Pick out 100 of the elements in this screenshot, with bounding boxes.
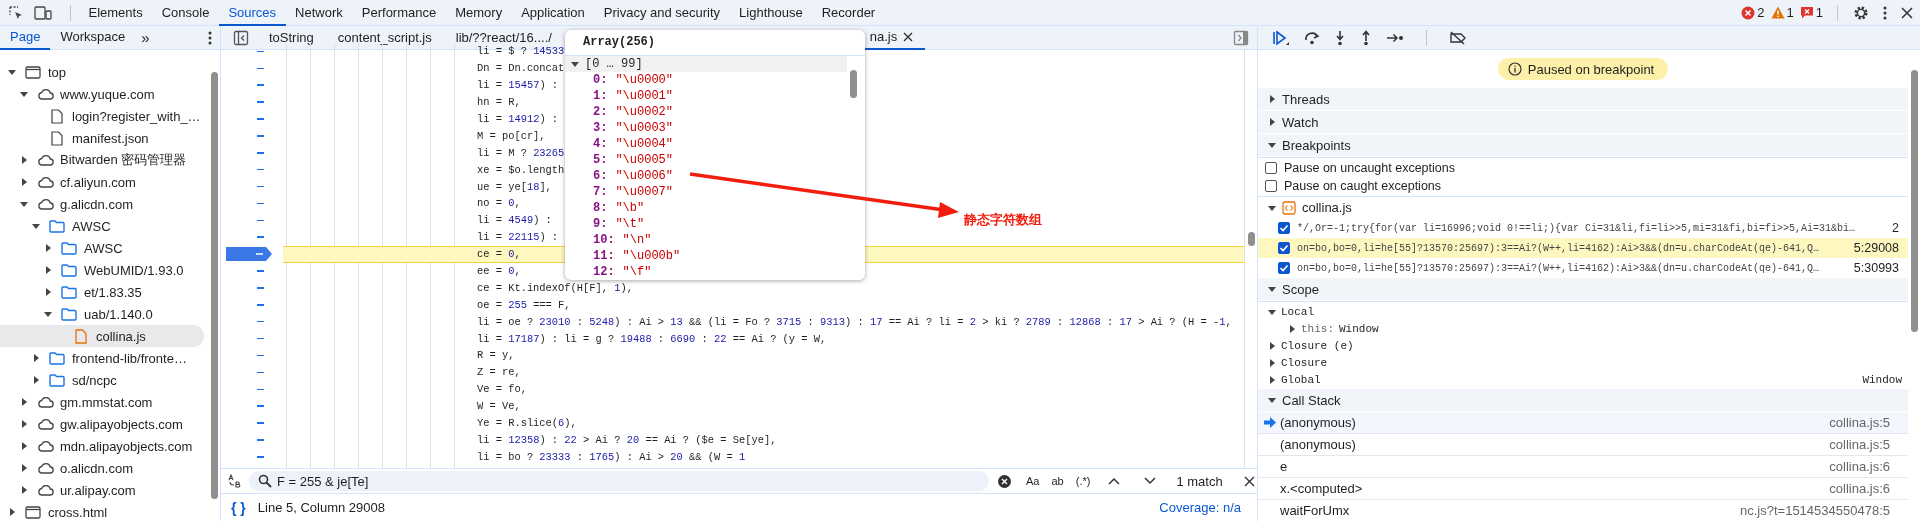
caret-icon[interactable] bbox=[32, 376, 40, 384]
more-icon[interactable] bbox=[208, 30, 212, 45]
call-frame[interactable]: e collina.js:6 bbox=[1258, 456, 1908, 478]
issue-count[interactable]: 1 bbox=[1799, 5, 1823, 20]
close-icon[interactable] bbox=[903, 31, 914, 42]
tree-item[interactable]: cross.html bbox=[0, 501, 204, 521]
deactivate-breakpoints-icon[interactable] bbox=[1449, 30, 1467, 45]
caret-icon[interactable] bbox=[1268, 203, 1276, 212]
checkbox[interactable] bbox=[1265, 180, 1277, 192]
caret-icon[interactable] bbox=[44, 288, 52, 296]
scope-name[interactable]: Global bbox=[1281, 373, 1321, 386]
caret-icon[interactable] bbox=[44, 244, 52, 252]
panel-tab[interactable]: Privacy and security bbox=[594, 0, 730, 26]
tree-item[interactable]: login?register_with_… bbox=[0, 105, 204, 127]
tree-item[interactable]: mdn.alipayobjects.com bbox=[0, 435, 204, 457]
caret-icon[interactable] bbox=[20, 178, 28, 186]
more-icon[interactable] bbox=[1883, 5, 1887, 20]
tree-item[interactable]: gm.mmstat.com bbox=[0, 391, 204, 413]
caret-icon[interactable] bbox=[8, 68, 16, 76]
settings-icon[interactable] bbox=[1853, 4, 1869, 21]
section-header[interactable]: Watch bbox=[1258, 111, 1908, 134]
coverage-link[interactable]: Coverage: n/a bbox=[1159, 500, 1241, 515]
call-frame[interactable]: (anonymous) collina.js:5 bbox=[1258, 412, 1908, 434]
caret-icon[interactable] bbox=[1268, 141, 1276, 149]
close-icon[interactable] bbox=[1901, 6, 1913, 19]
scope-name[interactable]: Closure bbox=[1281, 356, 1328, 369]
tree-item[interactable]: sd/ncpc bbox=[0, 369, 204, 391]
caret-icon[interactable] bbox=[1268, 307, 1276, 316]
tree-item[interactable]: manifest.json bbox=[0, 127, 204, 149]
caret-icon[interactable] bbox=[571, 60, 579, 68]
call-frame[interactable]: (anonymous) collina.js:5 bbox=[1258, 434, 1908, 456]
tree-item[interactable]: Bitwarden 密码管理器 bbox=[0, 149, 204, 171]
inspect-icon[interactable] bbox=[8, 4, 24, 21]
caret-icon[interactable] bbox=[1268, 118, 1276, 126]
tree-item[interactable]: gw.alipayobjects.com bbox=[0, 413, 204, 435]
checkbox[interactable] bbox=[1278, 222, 1290, 234]
call-frame[interactable]: x.<computed> collina.js:6 bbox=[1258, 478, 1908, 500]
tree-item[interactable]: www.yuque.com bbox=[0, 83, 204, 105]
tree-item[interactable]: top bbox=[0, 61, 204, 83]
caret-icon[interactable] bbox=[20, 398, 28, 406]
caret-icon[interactable] bbox=[32, 354, 40, 362]
sidebar-toggle-icon[interactable] bbox=[1233, 29, 1249, 46]
tree-item[interactable]: uab/1.140.0 bbox=[0, 303, 204, 325]
clear-icon[interactable] bbox=[998, 474, 1011, 488]
section-header[interactable]: Breakpoints bbox=[1258, 134, 1908, 157]
search-field[interactable]: F = 255 & je[Te] bbox=[249, 471, 989, 491]
tree-item[interactable]: collina.js bbox=[0, 325, 204, 347]
step-out-icon[interactable] bbox=[1360, 29, 1372, 46]
scope-name[interactable]: Local bbox=[1281, 305, 1314, 318]
breakpoint-marker[interactable] bbox=[225, 246, 273, 263]
previous-match-icon[interactable] bbox=[1108, 477, 1121, 485]
pretty-print-button[interactable]: { } bbox=[231, 499, 246, 516]
tree-item[interactable]: AWSC bbox=[0, 237, 204, 259]
step-into-icon[interactable] bbox=[1334, 29, 1346, 46]
tree-item[interactable]: cf.aliyun.com bbox=[0, 171, 204, 193]
tree-item[interactable]: WebUMID/1.93.0 bbox=[0, 259, 204, 281]
caret-icon[interactable] bbox=[20, 420, 28, 428]
device-icon[interactable] bbox=[34, 4, 52, 21]
caret-icon[interactable] bbox=[20, 464, 28, 472]
file-tab[interactable]: toString bbox=[257, 25, 326, 50]
caret-icon[interactable] bbox=[20, 156, 28, 164]
caret-icon[interactable] bbox=[1268, 285, 1276, 293]
close-icon[interactable] bbox=[1243, 475, 1255, 487]
step-over-icon[interactable] bbox=[1304, 29, 1320, 46]
caret-icon[interactable] bbox=[1268, 358, 1276, 367]
tree-item[interactable]: frontend-lib/fronte… bbox=[0, 347, 204, 369]
next-match-icon[interactable] bbox=[1144, 477, 1157, 485]
caret-icon[interactable] bbox=[20, 200, 28, 208]
tree-item[interactable]: g.alicdn.com bbox=[0, 193, 204, 215]
caret-icon[interactable] bbox=[1288, 324, 1296, 333]
checkbox[interactable] bbox=[1265, 162, 1277, 174]
tree-item[interactable]: et/1.83.35 bbox=[0, 281, 204, 303]
caret-icon[interactable] bbox=[20, 90, 28, 98]
array-group[interactable]: [0 … 99] bbox=[565, 56, 847, 72]
search-option-toggle[interactable]: Aa bbox=[1026, 475, 1040, 487]
more-tabs-button[interactable]: » bbox=[135, 29, 156, 46]
panel-tab[interactable]: Memory bbox=[445, 0, 512, 26]
caret-icon[interactable] bbox=[20, 442, 28, 450]
panel-tab[interactable]: Elements bbox=[79, 0, 153, 26]
caret-icon[interactable] bbox=[1268, 375, 1276, 384]
panel-tab[interactable]: Lighthouse bbox=[729, 0, 813, 26]
section-header[interactable]: Scope bbox=[1258, 278, 1908, 301]
caret-icon[interactable] bbox=[1268, 396, 1276, 404]
section-header[interactable]: Call Stack bbox=[1258, 389, 1908, 412]
file-tab[interactable]: content_script.js bbox=[325, 25, 444, 50]
caret-icon[interactable] bbox=[44, 310, 52, 318]
search-option-toggle[interactable]: ab bbox=[1051, 475, 1064, 487]
search-option-toggle[interactable]: (.*) bbox=[1075, 475, 1091, 487]
step-icon[interactable] bbox=[1386, 31, 1404, 44]
sidebar-toggle-icon[interactable] bbox=[233, 29, 249, 46]
panel-tab[interactable]: Recorder bbox=[812, 0, 885, 26]
caret-icon[interactable] bbox=[1268, 341, 1276, 350]
panel-tab[interactable]: Network bbox=[285, 0, 353, 26]
scrollbar[interactable] bbox=[1244, 50, 1257, 468]
scope-name[interactable]: Closure (e) bbox=[1281, 339, 1354, 352]
panel-tab[interactable]: Application bbox=[511, 0, 595, 26]
navigator-tab[interactable]: Workspace bbox=[50, 25, 136, 50]
checkbox[interactable] bbox=[1278, 262, 1290, 274]
resume-icon[interactable] bbox=[1272, 29, 1290, 46]
tree-item[interactable]: ur.alipay.com bbox=[0, 479, 204, 501]
